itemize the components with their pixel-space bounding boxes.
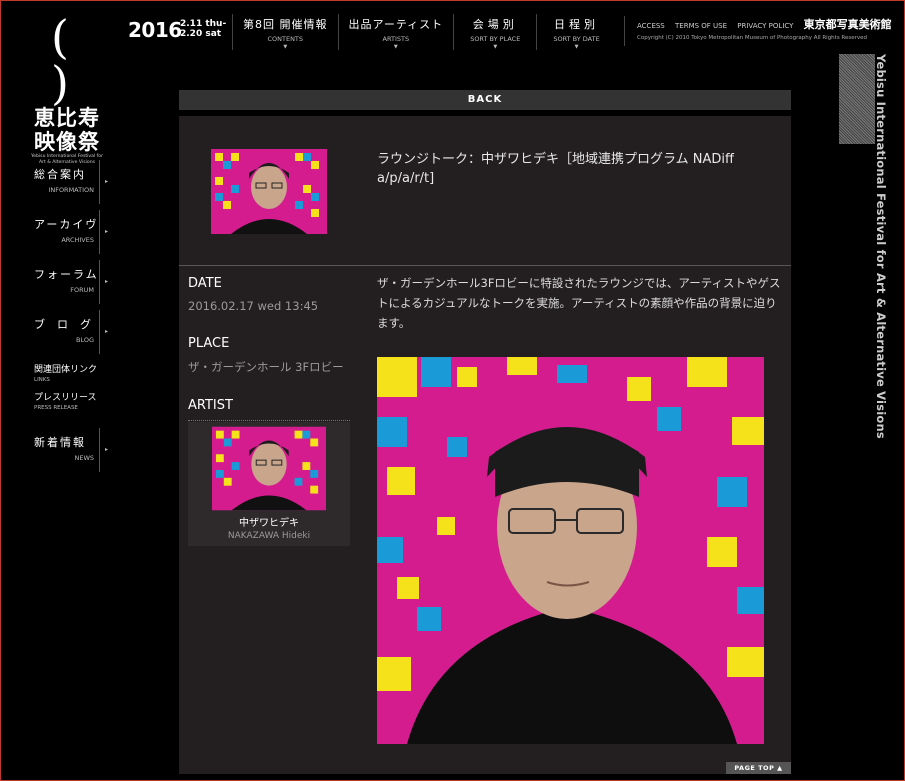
- arrow-right-icon: ▸: [104, 446, 108, 453]
- side-nav-sublabel: FORUM: [70, 286, 94, 294]
- place-label: PLACE: [188, 336, 230, 351]
- top-links: ACCESS TERMS OF USE PRIVACY POLICY 東京都写真…: [624, 16, 892, 46]
- festival-logo[interactable]: ( ) 恵比寿 映像祭 Yebisu International Festiva…: [22, 14, 112, 166]
- side-nav-links[interactable]: 関連団体リンク LINKS: [26, 362, 110, 390]
- top-nav-label: 出品アーティスト: [348, 18, 444, 31]
- side-nav-sublabel: INFORMATION: [48, 186, 94, 194]
- event-info-sidebar: DATE 2016.02.17 wed 13:45 PLACE ザ・ガーデンホー…: [188, 276, 350, 546]
- top-nav-sort-by-place[interactable]: 会場別 SORT BY PLACE ▼: [453, 14, 536, 50]
- top-nav-sublabel: SORT BY DATE: [553, 35, 600, 43]
- arrow-down-icon: ▼: [283, 44, 288, 50]
- artist-label: ARTIST: [188, 398, 350, 421]
- side-nav-sublabel: PRESS RELEASE: [34, 405, 78, 411]
- side-nav-sublabel: BLOG: [75, 336, 94, 344]
- arrow-down-icon: ▼: [493, 44, 498, 50]
- terms-link[interactable]: TERMS OF USE: [675, 22, 727, 30]
- divider: [99, 210, 100, 254]
- top-nav-label: 日程別: [554, 18, 600, 31]
- festival-dates: 2.11 thu- 2.20 sat: [180, 19, 226, 39]
- side-nav-news[interactable]: 新着情報 NEWS ▸: [26, 426, 110, 476]
- access-link[interactable]: ACCESS: [637, 22, 665, 30]
- arrow-down-icon: ▼: [574, 44, 579, 50]
- logo-title-line2: 映像祭: [34, 129, 100, 154]
- side-nav-forum[interactable]: フォーラム FORUM ▸: [26, 258, 110, 308]
- divider: [99, 310, 100, 354]
- arrow-right-icon: ▸: [104, 278, 108, 285]
- top-nav-sort-by-date[interactable]: 日程別 SORT BY DATE ▼: [536, 14, 615, 50]
- side-nav-label: アーカイヴ: [34, 218, 99, 231]
- side-nav-label: ブログ: [34, 318, 103, 331]
- logo-parentheses: ( ): [51, 10, 83, 110]
- date-value: 2016.02.17 wed 13:45: [188, 299, 319, 313]
- side-nav-information[interactable]: 総合案内 INFORMATION ▸: [26, 158, 110, 208]
- arrow-down-icon: ▼: [393, 44, 398, 50]
- divider: [99, 428, 100, 472]
- artist-card[interactable]: 中ザワヒデキ NAKAZAWA Hideki: [188, 422, 350, 546]
- place-value[interactable]: ザ・ガーデンホール 3Fロビー: [188, 359, 350, 375]
- artist-name-jp: 中ザワヒデキ: [239, 518, 299, 529]
- divider: [99, 260, 100, 304]
- side-nav-archives[interactable]: アーカイヴ ARCHIVES ▸: [26, 208, 110, 258]
- decorative-pattern: [839, 54, 875, 144]
- side-nav-label: フォーラム: [34, 268, 99, 281]
- top-nav-contents[interactable]: 第8回 開催情報 CONTENTS ▼: [232, 14, 338, 50]
- privacy-link[interactable]: PRIVACY POLICY: [737, 22, 793, 30]
- artist-photo: [212, 426, 326, 511]
- side-nav-sublabel: ARCHIVES: [61, 236, 94, 244]
- top-nav-label: 第8回 開催情報: [243, 18, 328, 31]
- side-nav-label: 総合案内: [34, 168, 86, 181]
- page-top-button[interactable]: PAGE TOP ▲: [726, 762, 791, 774]
- top-nav-artists[interactable]: 出品アーティスト ARTISTS ▼: [337, 14, 454, 50]
- side-nav-sublabel: NEWS: [74, 454, 94, 462]
- event-detail-panel: ラウンジトーク：中ザワヒデキ［地域連携プログラム NADiff a/p/a/r/…: [179, 116, 791, 774]
- event-header: ラウンジトーク：中ザワヒデキ［地域連携プログラム NADiff a/p/a/r/…: [179, 116, 791, 266]
- top-nav-label: 会場別: [472, 18, 518, 31]
- event-thumbnail: [211, 149, 327, 234]
- top-navigation: 第8回 開催情報 CONTENTS ▼ 出品アーティスト ARTISTS ▼ 会…: [232, 14, 616, 50]
- back-button[interactable]: BACK: [179, 90, 791, 110]
- museum-logo-link[interactable]: 東京都写真美術館: [804, 18, 892, 31]
- side-nav-press-release[interactable]: プレスリリース PRESS RELEASE: [26, 390, 110, 418]
- divider: [99, 160, 100, 204]
- top-nav-sublabel: SORT BY PLACE: [470, 35, 521, 43]
- arrow-right-icon: ▸: [104, 328, 108, 335]
- date-label: DATE: [188, 276, 222, 291]
- arrow-right-icon: ▸: [104, 178, 108, 185]
- arrow-right-icon: ▸: [104, 228, 108, 235]
- event-title: ラウンジトーク：中ザワヒデキ［地域連携プログラム NADiff a/p/a/r/…: [377, 152, 734, 186]
- side-nav-label: 新着情報: [34, 436, 86, 449]
- festival-year: 2016: [128, 18, 182, 42]
- top-nav-sublabel: ARTISTS: [382, 35, 410, 43]
- copyright: Copyright (C) 2010 Tokyo Metropolitan Mu…: [637, 35, 868, 41]
- side-nav-sublabel: LINKS: [34, 377, 50, 383]
- side-navigation: 総合案内 INFORMATION ▸ アーカイヴ ARCHIVES ▸ フォーラ…: [26, 158, 110, 476]
- logo-title-line1: 恵比寿: [34, 105, 100, 130]
- side-nav-label: プレスリリース: [34, 393, 97, 403]
- side-nav-label: 関連団体リンク: [34, 365, 98, 375]
- dates-end: 2.20 sat: [180, 29, 222, 39]
- artist-name-en: NAKAZAWA Hideki: [227, 531, 311, 541]
- festival-name-vertical: Yebisu International Festival for Art & …: [874, 54, 888, 439]
- event-description: ザ・ガーデンホール3Fロビーに特設されたラウンジでは、アーティストやゲストによる…: [377, 276, 781, 330]
- dates-start: 2.11 thu-: [180, 19, 227, 29]
- top-nav-sublabel: CONTENTS: [267, 35, 304, 43]
- artist-large-photo: [377, 357, 764, 744]
- side-nav-blog[interactable]: ブログ BLOG ▸: [26, 308, 110, 358]
